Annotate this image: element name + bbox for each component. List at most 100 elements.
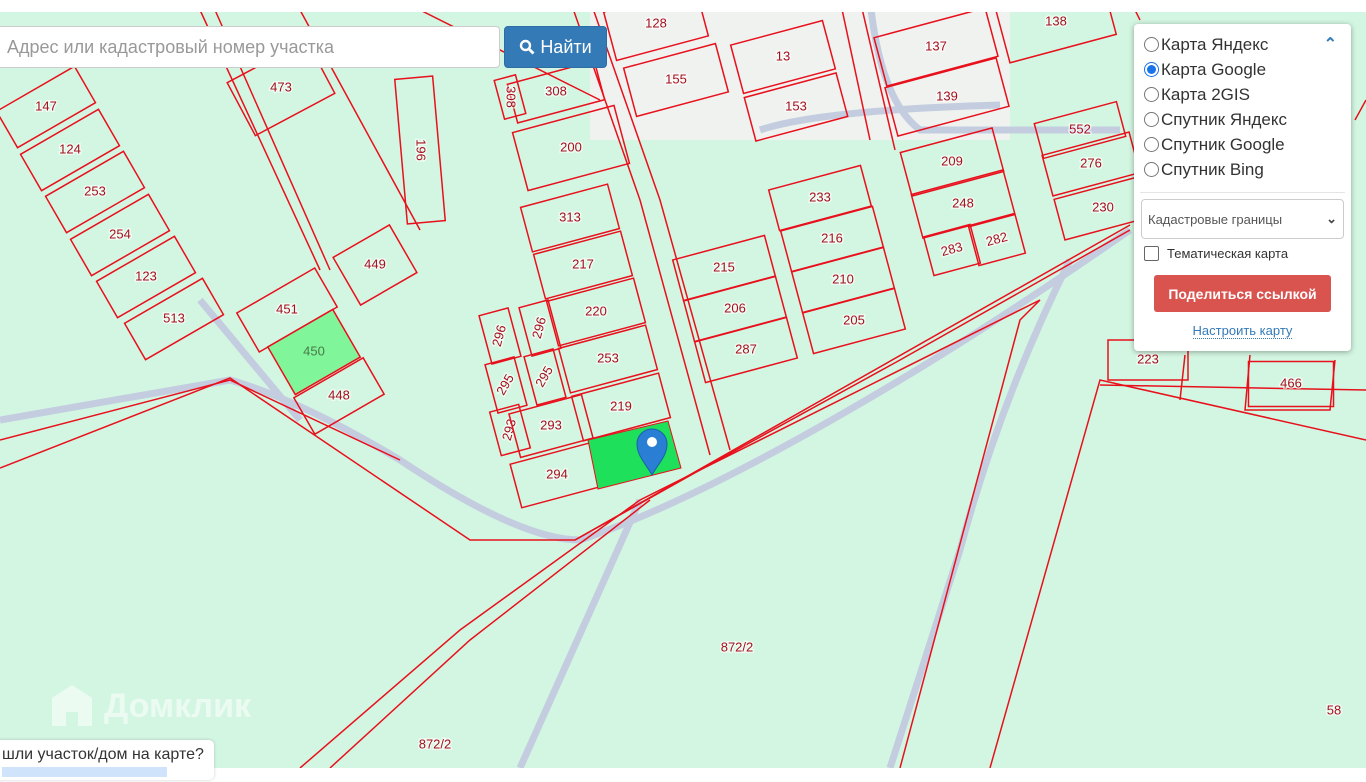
parcel[interactable]: 248 <box>910 169 1016 239</box>
radio-icon[interactable] <box>1144 162 1159 177</box>
parcel[interactable]: 872/2 <box>719 638 755 656</box>
parcel-label: 295 <box>493 371 517 397</box>
parcel[interactable]: 294 <box>509 441 605 509</box>
map-type-label: Карта Яндекс <box>1161 34 1269 54</box>
parcel[interactable]: 308 <box>493 73 527 121</box>
radio-icon[interactable] <box>1144 62 1159 77</box>
parcel-label: 308 <box>545 83 567 98</box>
parcel[interactable]: 283 <box>922 223 982 277</box>
top-strip <box>0 0 1366 12</box>
share-link-button[interactable]: Поделиться ссылкой <box>1154 275 1331 312</box>
parcel-label: 153 <box>785 98 807 113</box>
map-type-label: Карта Google <box>1161 59 1267 79</box>
parcel-label: 254 <box>109 226 131 241</box>
parcel[interactable]: 276 <box>1041 131 1141 197</box>
parcel[interactable]: 254 <box>69 193 171 277</box>
parcel-label: 220 <box>585 303 607 318</box>
radio-icon[interactable] <box>1144 112 1159 127</box>
checkbox-icon[interactable] <box>1144 246 1159 261</box>
selected-parcel[interactable] <box>587 420 682 490</box>
parcel-label: 872/2 <box>721 639 754 654</box>
parcel[interactable]: 449 <box>332 223 418 307</box>
parcel-label: 200 <box>560 139 582 154</box>
chevron-up-icon[interactable]: ⌃ <box>1324 34 1337 54</box>
parcel[interactable]: 253 <box>557 324 659 394</box>
parcel-label: 205 <box>843 312 865 327</box>
map-type-option[interactable]: Спутник Bing <box>1144 157 1341 182</box>
parcel-label: 253 <box>597 350 619 365</box>
parcel[interactable]: 293 <box>488 403 532 457</box>
radio-icon[interactable] <box>1144 37 1159 52</box>
map-type-label: Спутник Google <box>1161 134 1285 154</box>
parcel-label: 473 <box>270 79 292 94</box>
map-canvas[interactable]: 128 155 13 153 138 137 139 473 147 124 253 254 123 51… <box>0 0 1366 780</box>
parcel[interactable]: 123 <box>95 235 197 319</box>
parcel[interactable]: 293 <box>508 393 594 459</box>
parcel[interactable]: 295 <box>484 356 528 414</box>
parcel-label: 233 <box>809 189 831 204</box>
parcel-label: 294 <box>546 466 568 481</box>
map-type-option[interactable]: Карта 2GIS <box>1144 82 1341 107</box>
parcel[interactable]: 58 <box>1325 701 1342 719</box>
parcel[interactable]: 466 <box>1247 360 1335 408</box>
map-type-option[interactable]: Карта Яндекс <box>1144 32 1341 57</box>
parcel-label: 216 <box>821 230 843 245</box>
parcel-label: 448 <box>328 387 350 402</box>
parcel[interactable]: 217 <box>532 230 634 300</box>
parcel-label: 282 <box>984 229 1009 249</box>
thematic-map-checkbox[interactable]: Тематическая карта <box>1144 246 1341 261</box>
layer-panel: ⌃ Карта Яндекс Карта Google Карта 2GIS Спут… <box>1134 24 1351 351</box>
parcel[interactable]: 872/2 <box>417 735 453 753</box>
parcel[interactable]: 313 <box>519 183 621 253</box>
parcel-label: 552 <box>1069 121 1091 136</box>
parcel-label: 276 <box>1080 155 1102 170</box>
radio-icon[interactable] <box>1144 137 1159 152</box>
parcel[interactable]: 253 <box>44 150 146 234</box>
parcel-label: 296 <box>529 315 549 340</box>
radio-icon[interactable] <box>1144 87 1159 102</box>
question-banner[interactable]: шли участок/дом на карте? <box>0 740 214 780</box>
parcel-label: 155 <box>665 71 687 86</box>
parcel[interactable]: 196 <box>393 75 447 225</box>
parcel[interactable]: 124 <box>19 108 121 192</box>
question-text: шли участок/дом на карте? <box>2 746 204 763</box>
parcel-label: 206 <box>724 300 746 315</box>
chevron-down-icon: ⌄ <box>1326 211 1337 226</box>
parcel[interactable]: 147 <box>0 65 97 149</box>
parcel-label: 872/2 <box>419 736 452 751</box>
parcel-label: 287 <box>735 341 757 356</box>
map-type-label: Спутник Яндекс <box>1161 109 1287 129</box>
parcel[interactable]: 296 <box>478 307 522 365</box>
parcel[interactable]: 513 <box>123 277 225 361</box>
find-button-label: Найти <box>540 36 592 57</box>
divider <box>1140 192 1345 193</box>
map-type-label: Спутник Bing <box>1161 159 1264 179</box>
parcel[interactable]: 220 <box>545 277 647 347</box>
parcel-label: 128 <box>645 15 667 30</box>
parcel-label: 293 <box>540 417 562 432</box>
parcel-label: 466 <box>1280 375 1302 390</box>
map-type-option[interactable]: Карта Google <box>1144 57 1341 82</box>
parcel-label: 123 <box>135 268 157 283</box>
parcel-label: 283 <box>939 239 964 259</box>
question-link[interactable] <box>2 767 167 777</box>
parcel-label: 449 <box>364 256 386 271</box>
search-icon <box>520 39 535 55</box>
parcel-label: 223 <box>1137 351 1159 366</box>
parcel-label: 139 <box>936 88 958 103</box>
search-input[interactable] <box>0 26 500 68</box>
map-type-option[interactable]: Спутник Яндекс <box>1144 107 1341 132</box>
parcel[interactable]: 282 <box>967 213 1027 267</box>
parcel[interactable]: 450 <box>266 308 362 396</box>
find-button[interactable]: Найти <box>504 26 607 68</box>
parcel-label: 450 <box>303 343 325 358</box>
parcel[interactable]: 295 <box>523 348 567 406</box>
parcel[interactable]: 296 <box>518 299 562 357</box>
parcel-label: 196 <box>414 139 429 161</box>
parcel-label: 209 <box>941 153 963 168</box>
map-type-option[interactable]: Спутник Google <box>1144 132 1341 157</box>
parcel-label: 219 <box>610 398 632 413</box>
layer-select[interactable]: Кадастровые границы ⌄ <box>1141 199 1344 239</box>
parcel-label: 217 <box>572 256 594 271</box>
configure-map-link[interactable]: Настроить карту <box>1192 323 1293 339</box>
